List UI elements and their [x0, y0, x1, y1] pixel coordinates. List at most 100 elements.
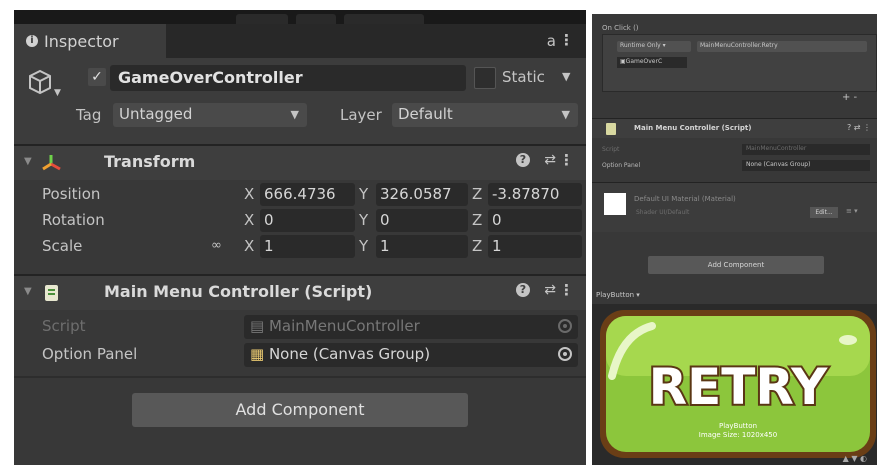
static-checkbox[interactable]	[474, 67, 496, 89]
event-target-field[interactable]: ▣GameOverC	[617, 57, 687, 68]
object-picker-icon[interactable]	[558, 347, 572, 361]
edit-shader-button[interactable]: Edit...	[810, 207, 838, 218]
lock-icon[interactable]: a	[547, 32, 556, 50]
preview-title[interactable]: PlayButton ▾	[596, 291, 640, 299]
shader-value: UI/Default	[659, 209, 690, 216]
kebab-menu-icon[interactable]: ⋮	[559, 31, 574, 49]
position-y-field[interactable]: 326.0587	[376, 183, 468, 206]
rotation-y-field[interactable]: 0	[376, 209, 468, 232]
gameobject-header: ▼ ✓ GameOverController Static ▼ Tag Unta…	[14, 58, 586, 144]
rotation-x-field[interactable]: 0	[260, 209, 355, 232]
function-value: MainMenuController.Retry	[700, 42, 778, 49]
axis-z-label[interactable]: Z	[472, 237, 482, 255]
transform-header[interactable]: ▼ Transform ? ⇄ ⋮	[14, 146, 586, 180]
scale-y-field[interactable]: 1	[376, 235, 468, 258]
tag-dropdown[interactable]: Untagged ▼	[113, 103, 307, 127]
rp-option-field[interactable]: None (Canvas Group)	[742, 160, 870, 171]
shader-menu-icon[interactable]: ≡ ▾	[846, 207, 858, 215]
scale-row: Scale ∞ X 1 Y 1 Z 1	[14, 234, 586, 260]
transform-title: Transform	[104, 152, 196, 171]
preview-caption-size: Image Size: 1020x450	[699, 431, 777, 439]
rp-script-row: Script MainMenuController	[592, 144, 877, 156]
help-icon[interactable]: ?	[516, 153, 530, 167]
scale-x-field[interactable]: 1	[260, 235, 355, 258]
runtime-dropdown[interactable]: Runtime Only ▾	[617, 41, 691, 52]
rotation-z-field[interactable]: 0	[488, 209, 582, 232]
chevron-down-icon: ▼	[561, 108, 570, 121]
position-label: Position	[42, 185, 101, 203]
axis-y-label[interactable]: Y	[359, 211, 368, 229]
position-z-field[interactable]: -3.87870	[488, 183, 582, 206]
image-preview: RETRY PlayButton Image Size: 1020x450 ▲ …	[592, 304, 877, 465]
toolbar-strip	[14, 10, 586, 24]
toolbar-stub	[344, 14, 424, 24]
help-icon[interactable]: ?	[516, 283, 530, 297]
script-component-header[interactable]: ▼ Main Menu Controller (Script) ? ⇄ ⋮	[14, 276, 586, 310]
divider	[14, 376, 586, 378]
inspector-window: i Inspector a ⋮ ▼ ✓ GameOverController S…	[14, 10, 586, 465]
rp-script-label: Script	[602, 146, 620, 153]
script-row: Script ▤ MainMenuController	[14, 314, 586, 340]
object-picker-icon	[558, 319, 572, 333]
material-name: Default UI Material (Material)	[634, 195, 736, 203]
script-file-icon	[606, 123, 616, 135]
layer-value: Default	[398, 105, 453, 123]
tab-inspector-label: Inspector	[44, 32, 119, 51]
function-dropdown[interactable]: MainMenuController.Retry	[697, 41, 867, 52]
axis-z-label[interactable]: Z	[472, 185, 482, 203]
axis-y-label[interactable]: Y	[359, 237, 368, 255]
chevron-down-icon[interactable]: ▼	[54, 88, 61, 98]
preset-sliders-icon[interactable]: ⇄	[544, 282, 556, 298]
material-swatch	[604, 193, 626, 215]
foldout-arrow-icon[interactable]: ▼	[24, 286, 32, 297]
toolbar-stub	[236, 14, 288, 24]
tag-label: Tag	[76, 106, 102, 124]
option-panel-value: None (Canvas Group)	[268, 345, 431, 363]
event-target-value: GameOverC	[625, 58, 663, 65]
active-checkbox[interactable]: ✓	[88, 68, 106, 86]
axis-z-label[interactable]: Z	[472, 211, 482, 229]
rp-script-component-header[interactable]: Main Menu Controller (Script) ? ⇄ ⋮	[592, 118, 877, 138]
script-label: Script	[42, 317, 86, 335]
rotation-row: Rotation X 0 Y 0 Z 0	[14, 208, 586, 234]
toolbar-stub	[296, 14, 336, 24]
constrain-proportions-icon[interactable]: ∞	[211, 238, 222, 253]
preview-label: PlayButton	[596, 291, 635, 299]
rp-script-title: Main Menu Controller (Script)	[634, 124, 752, 132]
rp-script-field: MainMenuController	[742, 144, 870, 155]
position-row: Position X 666.4736 Y 326.0587 Z -3.8787…	[14, 182, 586, 208]
chevron-down-icon[interactable]: ▼	[562, 70, 570, 83]
option-panel-field[interactable]: ▦ None (Canvas Group)	[244, 343, 578, 367]
axis-x-label[interactable]: X	[244, 237, 254, 255]
preset-sliders-icon[interactable]: ⇄	[544, 152, 556, 168]
axis-y-label[interactable]: Y	[359, 185, 368, 203]
tab-inspector[interactable]: i Inspector	[14, 24, 166, 58]
inspector-tabbar: i Inspector a ⋮	[14, 24, 586, 58]
kebab-menu-icon[interactable]: ⋮	[559, 151, 574, 169]
kebab-menu-icon[interactable]: ⋮	[559, 281, 574, 299]
scale-label: Scale	[42, 237, 83, 255]
axis-x-label[interactable]: X	[244, 211, 254, 229]
layer-label: Layer	[340, 106, 382, 124]
position-x-field[interactable]: 666.4736	[260, 183, 355, 206]
option-panel-label: Option Panel	[42, 345, 138, 363]
foldout-arrow-icon[interactable]: ▼	[24, 156, 32, 167]
layer-dropdown[interactable]: Default ▼	[392, 103, 578, 127]
scale-z-field[interactable]: 1	[488, 235, 582, 258]
info-icon: i	[26, 35, 38, 47]
shader-label: Shader	[636, 209, 658, 216]
retry-button-preview: RETRY PlayButton Image Size: 1020x450	[600, 310, 876, 458]
shader-row: Shader UI/Default	[636, 209, 689, 216]
add-component-button[interactable]: Add Component	[132, 393, 468, 427]
add-remove-event-buttons[interactable]: + -	[842, 92, 857, 103]
script-file-icon: ▤	[250, 317, 269, 335]
axis-x-label[interactable]: X	[244, 185, 254, 203]
preview-toolbar-icons[interactable]: ▲ ▼ ◐	[843, 454, 867, 463]
rp-add-component-button[interactable]: Add Component	[648, 256, 824, 274]
gameobject-name-input[interactable]: GameOverController	[110, 65, 466, 91]
rp-option-row: Option Panel None (Canvas Group)	[592, 160, 877, 172]
component-menu-icons[interactable]: ? ⇄ ⋮	[847, 123, 871, 132]
rp-option-label: Option Panel	[602, 162, 641, 169]
rotation-label: Rotation	[42, 211, 105, 229]
cube-icon[interactable]	[26, 68, 54, 96]
